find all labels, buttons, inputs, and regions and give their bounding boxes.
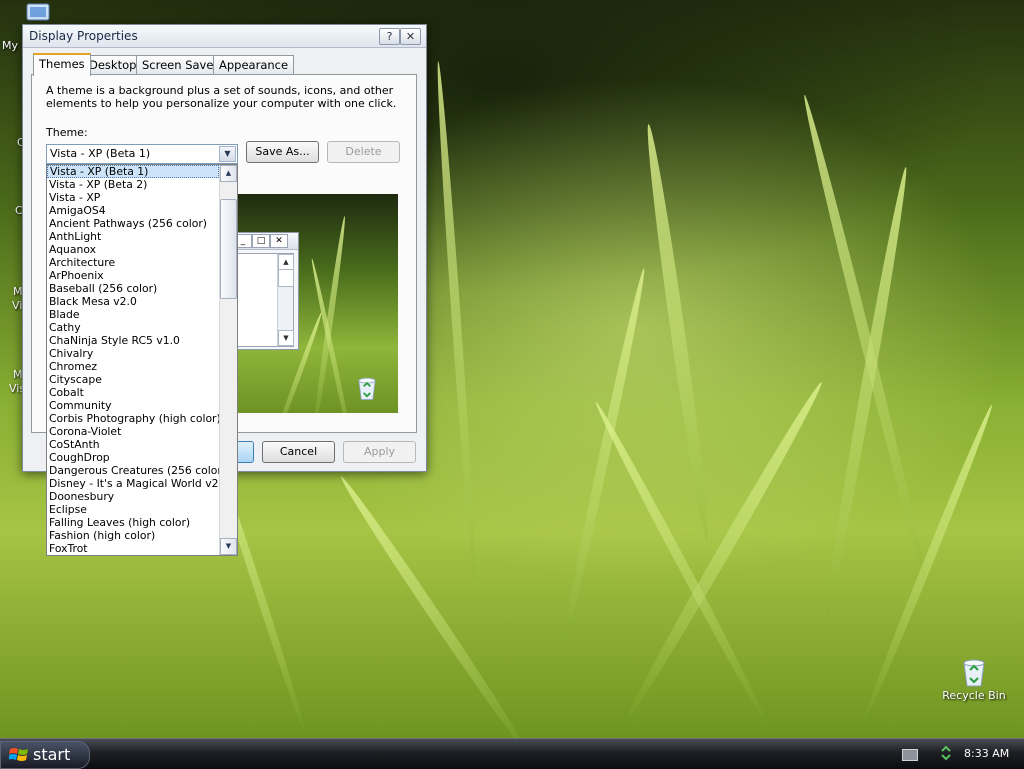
theme-option[interactable]: FoxTrot <box>47 542 219 555</box>
maximize-icon: □ <box>252 234 270 248</box>
close-icon: ✕ <box>270 234 288 248</box>
theme-option[interactable]: Baseball (256 color) <box>47 282 219 295</box>
recycle-bin-icon <box>957 655 991 689</box>
theme-option[interactable]: AnthLight <box>47 230 219 243</box>
theme-option[interactable]: Dangerous Creatures (256 color) <box>47 464 226 477</box>
cancel-button[interactable]: Cancel <box>262 441 335 463</box>
theme-option[interactable]: Black Mesa v2.0 <box>47 295 219 308</box>
theme-option[interactable]: Vista - XP (Beta 1) <box>47 165 219 178</box>
scroll-up-icon[interactable]: ▲ <box>220 165 237 182</box>
start-label: start <box>33 745 71 764</box>
recycle-bin-shortcut[interactable]: Recycle Bin <box>934 655 1014 702</box>
theme-option[interactable]: Cityscape <box>47 373 219 386</box>
clock[interactable]: 8:33 AM <box>964 747 1009 760</box>
scroll-up-icon: ▲ <box>278 254 294 270</box>
theme-select[interactable]: Vista - XP (Beta 1) ▼ <box>46 144 238 164</box>
theme-option[interactable]: Corona-Violet <box>47 425 219 438</box>
theme-option[interactable]: Vista - XP <box>47 191 219 204</box>
grass-blade <box>620 379 828 724</box>
theme-option[interactable]: Falling Leaves (high color) <box>47 516 219 529</box>
theme-option[interactable]: Blade <box>47 308 219 321</box>
theme-option[interactable]: Cobalt <box>47 386 219 399</box>
theme-option[interactable]: Architecture <box>47 256 219 269</box>
close-icon: ✕ <box>405 30 416 43</box>
taskbar: start 8:33 AM <box>0 738 1024 769</box>
my-computer-icon[interactable] <box>24 2 52 24</box>
theme-option[interactable]: AmigaOS4 <box>47 204 219 217</box>
grass-blade <box>591 399 770 723</box>
theme-option[interactable]: Chivalry <box>47 347 219 360</box>
preview-scrollbar: ▲ ▼ <box>277 254 294 346</box>
theme-option[interactable]: Vista - XP (Beta 2) <box>47 178 219 191</box>
tab-appearance[interactable]: Appearance <box>213 55 295 74</box>
save-as-button[interactable]: Save As... <box>246 141 319 163</box>
desktop-icon-label-partial[interactable]: My <box>2 39 18 52</box>
theme-options: Vista - XP (Beta 1) Vista - XP (Beta 2) Vi… <box>47 165 229 555</box>
recycle-bin-label: Recycle Bin <box>942 689 1006 702</box>
dropdown-scroll-thumb[interactable] <box>220 199 237 299</box>
theme-option[interactable]: Ancient Pathways (256 color) <box>47 217 219 230</box>
grass-blade <box>641 123 714 541</box>
tab-screen-saver[interactable]: Screen Saver <box>136 55 225 74</box>
theme-option[interactable]: ChaNinja Style RC5 v1.0 <box>47 334 219 347</box>
grass-blade <box>433 60 479 581</box>
preview-title-bar: _ □ ✕ <box>232 233 298 250</box>
title-bar[interactable]: Display Properties ? ✕ <box>23 25 426 48</box>
theme-option[interactable]: Chromez <box>47 360 219 373</box>
theme-label: Theme: <box>46 126 88 139</box>
theme-option[interactable]: Disney - It's a Magical World v2.0 <box>47 477 229 490</box>
desktop-icon-label-partial[interactable]: Vi <box>12 299 22 312</box>
keyboard-icon[interactable] <box>902 749 918 761</box>
grass-blade <box>799 93 931 582</box>
window-title: Display Properties <box>29 29 138 43</box>
theme-option[interactable]: CoughDrop <box>47 451 219 464</box>
grass-blade <box>311 215 348 413</box>
recycle-tray-icon[interactable] <box>938 745 954 764</box>
chevron-down-icon[interactable]: ▼ <box>219 146 236 162</box>
dropdown-scrollbar[interactable]: ▲ ▼ <box>219 165 237 555</box>
tab-themes[interactable]: Themes <box>33 53 91 76</box>
help-button[interactable]: ? <box>379 28 400 45</box>
theme-option[interactable]: ArPhoenix <box>47 269 219 282</box>
theme-option[interactable]: Eclipse <box>47 503 219 516</box>
recycle-bin-icon <box>353 374 381 405</box>
tab-desktop[interactable]: Desktop <box>83 55 143 74</box>
grass-blade <box>560 267 649 642</box>
theme-option[interactable]: Community <box>47 399 219 412</box>
apply-button[interactable]: Apply <box>343 441 416 463</box>
grass-blade <box>336 473 531 738</box>
theme-option[interactable]: Fashion (high color) <box>47 529 219 542</box>
themes-description: A theme is a background plus a set of so… <box>46 84 397 110</box>
theme-option[interactable]: Corbis Photography (high color) <box>47 412 221 425</box>
preview-scroll-thumb <box>278 269 294 287</box>
scroll-down-icon[interactable]: ▼ <box>220 538 237 555</box>
theme-option[interactable]: Aquanox <box>47 243 219 256</box>
theme-select-value: Vista - XP (Beta 1) <box>50 147 151 160</box>
scroll-down-icon: ▼ <box>278 330 294 346</box>
start-button[interactable]: start <box>0 741 90 769</box>
theme-dropdown-list[interactable]: Vista - XP (Beta 1) Vista - XP (Beta 2) Vi… <box>46 164 238 556</box>
windows-logo-icon <box>8 746 29 767</box>
theme-option[interactable]: Doonesbury <box>47 490 219 503</box>
preview-window-body: ▲ ▼ <box>234 253 294 347</box>
theme-option[interactable]: CoStAnth <box>47 438 219 451</box>
close-button[interactable]: ✕ <box>400 28 421 45</box>
delete-button[interactable]: Delete <box>327 141 400 163</box>
theme-option[interactable]: Cathy <box>47 321 219 334</box>
preview-window: _ □ ✕ ▲ ▼ <box>231 232 299 350</box>
theme-preview: _ □ ✕ ▲ ▼ <box>231 194 398 413</box>
